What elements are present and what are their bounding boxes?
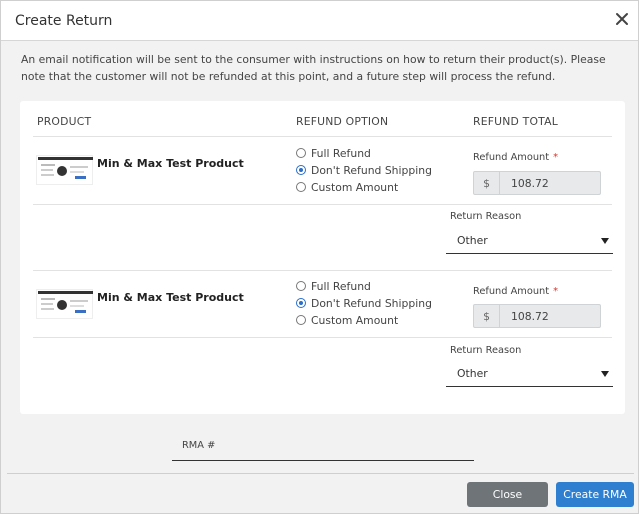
refund-amount-field: $ 108.72 xyxy=(473,304,601,328)
radio-label: Custom Amount xyxy=(311,313,399,327)
product-name: Min & Max Test Product xyxy=(97,157,244,170)
row-divider xyxy=(33,204,612,205)
radio-label: Full Refund xyxy=(311,146,371,160)
header-divider xyxy=(33,136,612,137)
radio-button[interactable] xyxy=(296,182,306,192)
return-items-card: PRODUCT REFUND OPTION REFUND TOTAL Min &… xyxy=(20,101,625,414)
item-divider xyxy=(33,270,612,271)
row-divider xyxy=(33,337,612,338)
column-header-refund-total: REFUND TOTAL xyxy=(473,115,558,128)
return-reason-select[interactable]: Other xyxy=(446,363,613,387)
return-reason-value: Other xyxy=(457,234,488,247)
radio-button[interactable] xyxy=(296,281,306,291)
radio-custom-amount[interactable]: Custom Amount xyxy=(296,312,398,328)
refund-amount-label-text: Refund Amount xyxy=(473,286,550,297)
create-rma-button[interactable]: Create RMA xyxy=(556,482,634,507)
radio-button-selected[interactable] xyxy=(296,298,306,308)
return-reason-value: Other xyxy=(457,367,488,380)
column-header-product: PRODUCT xyxy=(37,115,92,128)
radio-dont-refund-shipping[interactable]: Don't Refund Shipping xyxy=(296,162,432,178)
radio-button-selected[interactable] xyxy=(296,165,306,175)
notice-text: An email notification will be sent to th… xyxy=(21,53,606,83)
radio-label: Custom Amount xyxy=(311,180,399,194)
return-reason-label: Return Reason xyxy=(450,345,522,356)
radio-dont-refund-shipping[interactable]: Don't Refund Shipping xyxy=(296,295,432,311)
required-marker: * xyxy=(553,286,558,297)
radio-full-refund[interactable]: Full Refund xyxy=(296,145,371,161)
column-header-refund-option: REFUND OPTION xyxy=(296,115,389,128)
close-icon[interactable] xyxy=(614,11,630,27)
refund-amount-label: Refund Amount * xyxy=(473,286,558,297)
radio-label: Don't Refund Shipping xyxy=(311,163,432,177)
radio-button[interactable] xyxy=(296,315,306,325)
product-thumbnail xyxy=(36,289,93,319)
radio-custom-amount[interactable]: Custom Amount xyxy=(296,179,398,195)
rma-input[interactable] xyxy=(172,437,474,461)
radio-label: Don't Refund Shipping xyxy=(311,296,432,310)
chevron-down-icon xyxy=(601,238,609,244)
dialog-title: Create Return xyxy=(15,13,113,29)
refund-amount-field: $ 108.72 xyxy=(473,171,601,195)
close-button[interactable]: Close xyxy=(467,482,548,507)
product-thumbnail xyxy=(36,155,93,185)
refund-amount-label-text: Refund Amount xyxy=(473,152,550,163)
currency-symbol: $ xyxy=(474,172,500,194)
product-name: Min & Max Test Product xyxy=(97,291,244,304)
return-reason-label: Return Reason xyxy=(450,211,522,222)
currency-symbol: $ xyxy=(474,305,500,327)
radio-label: Full Refund xyxy=(311,279,371,293)
refund-amount-value: 108.72 xyxy=(511,310,549,323)
required-marker: * xyxy=(553,152,558,163)
radio-full-refund[interactable]: Full Refund xyxy=(296,278,371,294)
chevron-down-icon xyxy=(601,371,609,377)
return-reason-select[interactable]: Other xyxy=(446,230,613,254)
refund-amount-value: 108.72 xyxy=(511,177,549,190)
footer-divider xyxy=(7,473,634,474)
refund-amount-label: Refund Amount * xyxy=(473,152,558,163)
radio-button[interactable] xyxy=(296,148,306,158)
dialog-header: Create Return xyxy=(1,1,638,41)
create-return-dialog: Create Return An email notification will… xyxy=(0,0,639,514)
